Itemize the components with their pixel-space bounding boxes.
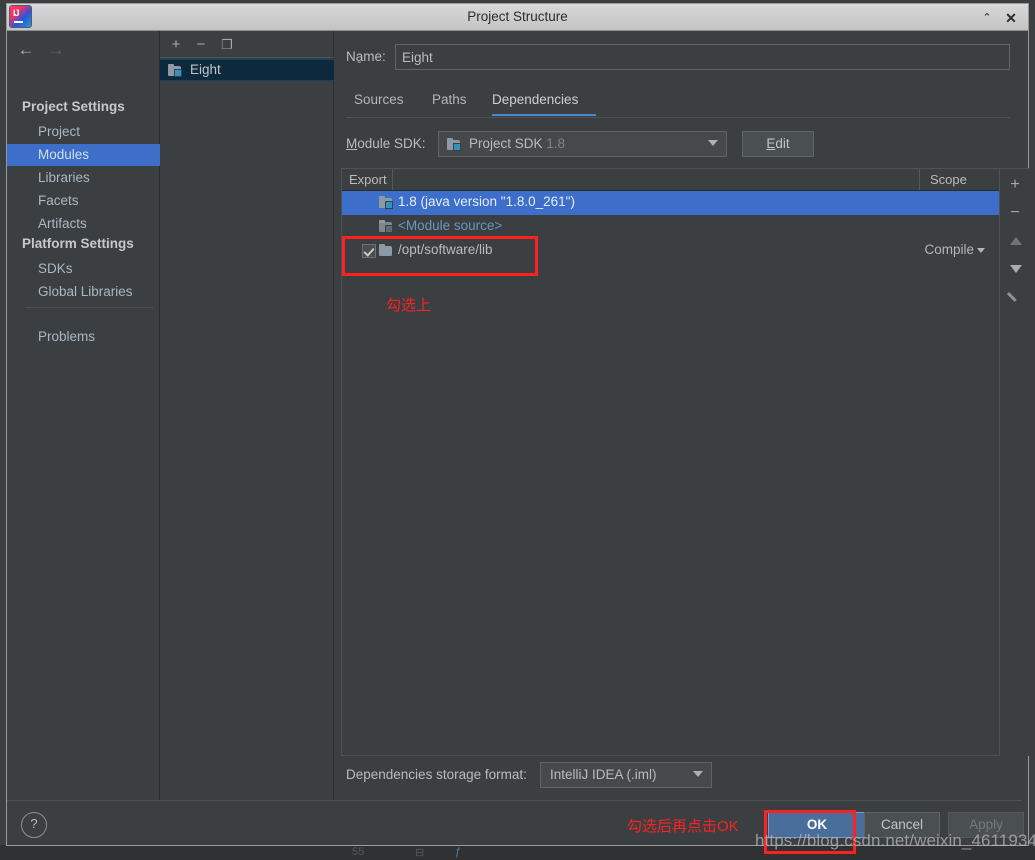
module-sdk-dropdown[interactable]: Project SDK 1.8 — [438, 131, 727, 157]
dependency-name: 1.8 (java version "1.8.0_261") — [398, 194, 575, 209]
folder-icon — [379, 244, 392, 256]
navigation-arrows: ← → — [14, 38, 154, 64]
window-title: Project Structure — [467, 9, 568, 24]
dependency-name: /opt/software/lib — [398, 242, 493, 257]
settings-sidebar: ← → Project Settings Platform Settings P… — [7, 31, 160, 800]
module-sdk-value: Project SDK 1.8 — [469, 136, 566, 151]
dependencies-storage-dropdown[interactable]: IntelliJ IDEA (.iml) — [540, 762, 712, 788]
remove-dependency-button[interactable]: − — [1004, 201, 1026, 225]
table-row[interactable]: <Module source> — [342, 215, 999, 239]
sidebar-divider — [25, 307, 153, 308]
sidebar-item-libraries[interactable]: Libraries — [7, 167, 160, 189]
dependencies-storage-label: Dependencies storage format: — [346, 767, 527, 782]
header-divider-2[interactable] — [919, 169, 920, 190]
annotation-check-note: 勾选上 — [386, 297, 432, 314]
sidebar-group-project-settings: Project Settings — [22, 99, 125, 114]
dependency-scope[interactable]: Compile — [924, 242, 985, 257]
dependencies-storage-row: Dependencies storage format: IntelliJ ID… — [341, 762, 1015, 788]
column-header-scope[interactable]: Scope — [930, 172, 967, 187]
back-arrow-icon[interactable]: ← — [14, 38, 38, 62]
close-icon[interactable]: ✕ — [1002, 9, 1020, 27]
dependencies-table-header: Export Scope — [342, 169, 999, 191]
sidebar-item-global-libraries[interactable]: Global Libraries — [7, 281, 160, 303]
module-list-panel: + − ❐ Eight — [160, 31, 334, 800]
add-module-button[interactable]: + — [166, 35, 186, 55]
sidebar-item-artifacts[interactable]: Artifacts — [7, 213, 160, 235]
table-row[interactable]: /opt/software/lib Compile — [342, 239, 999, 263]
chevron-down-icon — [693, 771, 703, 777]
tab-paths[interactable]: Paths — [432, 87, 484, 116]
move-down-button[interactable] — [1004, 257, 1026, 281]
sidebar-item-modules[interactable]: Modules — [7, 144, 160, 166]
sidebar-item-problems[interactable]: Problems — [7, 326, 160, 348]
dependencies-storage-value: IntelliJ IDEA (.iml) — [550, 767, 657, 782]
editor-line-number: 55 — [352, 846, 365, 858]
copy-module-button[interactable]: ❐ — [217, 35, 237, 55]
add-dependency-button[interactable]: + — [1004, 173, 1026, 197]
module-name-row: Na̱me: — [346, 44, 1010, 70]
edit-sdk-button[interactable]: Edit — [742, 131, 814, 157]
chevron-down-icon — [708, 140, 718, 146]
annotation-ok-note: 勾选后再点击OK — [627, 818, 739, 835]
tab-dependencies[interactable]: Dependencies — [492, 87, 596, 116]
sidebar-item-sdks[interactable]: SDKs — [7, 258, 160, 280]
dependency-name: <Module source> — [398, 218, 503, 233]
module-sdk-row: Module SDK: Project SDK 1.8 Edit — [346, 131, 1010, 157]
watermark-url: https://blog.csdn.net/weixin_46119343 — [755, 831, 1035, 850]
module-name-label: Na̱me: — [346, 49, 386, 64]
module-source-icon — [379, 220, 393, 233]
forward-arrow-icon[interactable]: → — [44, 38, 68, 62]
edit-dependency-button[interactable] — [1004, 286, 1026, 310]
module-sdk-label: Module SDK: — [346, 136, 426, 151]
module-icon — [168, 64, 182, 77]
move-up-button[interactable] — [1004, 229, 1026, 253]
sidebar-item-facets[interactable]: Facets — [7, 190, 160, 212]
table-row[interactable]: 1.8 (java version "1.8.0_261") — [342, 191, 999, 215]
header-divider-1[interactable] — [392, 169, 393, 190]
minimize-icon[interactable]: ⌃ — [978, 9, 996, 27]
editor-function-icon: ƒ — [455, 846, 462, 858]
sdk-icon — [447, 138, 461, 151]
module-name-input[interactable] — [395, 44, 1010, 70]
help-button[interactable]: ? — [21, 812, 47, 838]
dependencies-toolbar: + − — [1000, 168, 1029, 756]
remove-module-button[interactable]: − — [191, 35, 211, 55]
dependencies-area: Export Scope 1.8 (java version "1.8.0_26… — [341, 168, 1029, 756]
title-bar: Project Structure ⌃ ✕ — [6, 3, 1029, 31]
module-tabs: Sources Paths Dependencies — [346, 87, 1010, 118]
sidebar-group-platform-settings: Platform Settings — [22, 236, 134, 251]
tab-sources[interactable]: Sources — [354, 87, 422, 116]
column-header-export[interactable]: Export — [349, 172, 387, 187]
module-list-item-label: Eight — [190, 62, 221, 77]
module-detail-panel: Na̱me: Sources Paths Dependencies Module… — [334, 31, 1029, 800]
dependencies-table: Export Scope 1.8 (java version "1.8.0_26… — [341, 168, 1000, 756]
editor-minimize-icon: ⊟ — [415, 847, 425, 859]
module-list-item-eight[interactable]: Eight — [160, 59, 334, 81]
sidebar-item-project[interactable]: Project — [7, 121, 160, 143]
module-toolbar: + − ❐ — [160, 31, 334, 58]
export-checkbox[interactable] — [362, 244, 376, 258]
sdk-icon — [379, 196, 393, 209]
